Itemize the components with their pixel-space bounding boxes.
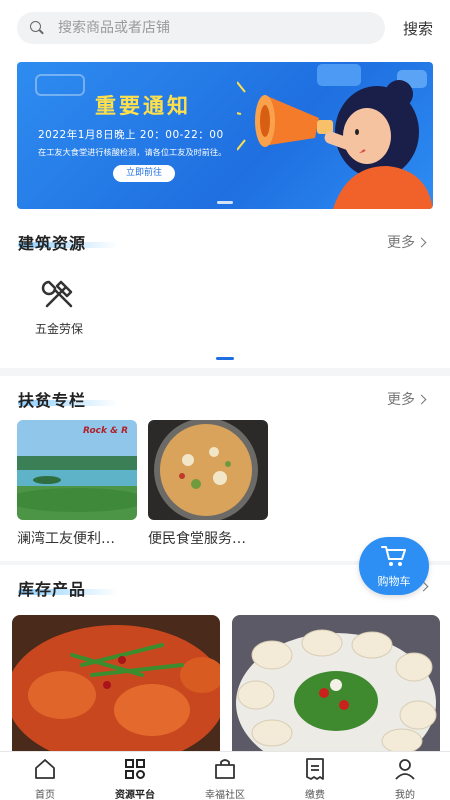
person-icon (395, 759, 415, 780)
tab-mine[interactable]: 我的 (360, 752, 450, 800)
soup-bowl-image (148, 420, 268, 520)
banner-date: 2022年1月8日晚上 20：00-22：00 (38, 129, 224, 141)
grid-icon (125, 759, 145, 779)
top-bar: 搜索 (0, 0, 450, 52)
search-icon (30, 21, 44, 35)
category-label: 五金劳保 (34, 322, 83, 336)
bill-icon (306, 758, 324, 780)
store-card[interactable]: 便民食堂服务… (148, 420, 268, 548)
tab-happy-community[interactable]: 幸福社区 (180, 752, 270, 800)
bag-icon (215, 759, 235, 779)
construction-resources-section: 建筑资源 更多 五金劳保 (0, 218, 450, 368)
search-box[interactable] (17, 12, 385, 44)
cart-label: 购物车 (377, 575, 411, 588)
tab-label: 缴费 (305, 790, 325, 800)
decor-bubble (35, 74, 85, 96)
crab-dish-image (12, 615, 220, 751)
dumplings-dish-image (232, 615, 440, 751)
banner-area: 重要通知 2022年1月8日晚上 20：00-22：00 在工友大食堂进行核酸检… (0, 52, 450, 218)
store-card[interactable]: Rock & R 澜湾工友便利… (17, 420, 137, 548)
tab-label: 资源平台 (115, 790, 155, 800)
section-title: 建筑资源 (18, 234, 87, 253)
woman-megaphone-illustration (237, 80, 433, 209)
tab-label: 我的 (395, 790, 415, 800)
banner-pager (217, 201, 233, 204)
banner-go-button[interactable]: 立即前往 (113, 165, 175, 182)
more-link[interactable]: 更多 (387, 232, 427, 252)
more-label: 更多 (387, 235, 415, 251)
tab-resource-platform[interactable]: 资源平台 (90, 752, 180, 800)
section-title: 扶贫专栏 (18, 391, 87, 410)
banner-description: 在工友大食堂进行核酸检测，请各位工友及时前往。 (38, 147, 227, 157)
home-icon (35, 759, 55, 779)
tab-home[interactable]: 首页 (0, 752, 90, 800)
page-indicator (216, 357, 234, 360)
product-card-crab[interactable] (12, 615, 220, 751)
product-card-dumplings[interactable] (232, 615, 440, 751)
card-caption: 便民食堂服务… (148, 531, 246, 547)
banner-title: 重要通知 (95, 94, 191, 118)
notice-banner[interactable]: 重要通知 2022年1月8日晚上 20：00-22：00 在工友大食堂进行核酸检… (17, 62, 433, 209)
section-title: 库存产品 (18, 580, 87, 599)
chevron-right-icon (416, 237, 427, 248)
cart-button[interactable]: 购物车 (359, 537, 429, 595)
card-caption: 澜湾工友便利… (17, 531, 115, 547)
tab-payment[interactable]: 缴费 (270, 752, 360, 800)
sign-text: Rock & R (83, 426, 129, 436)
search-button[interactable]: 搜索 (403, 18, 433, 39)
more-label: 更多 (387, 392, 415, 408)
wrench-hammer-icon (41, 280, 73, 308)
poverty-alleviation-section: 扶贫专栏 更多 Rock & R 澜湾工友便利… 便民食堂服务… (0, 376, 450, 561)
bottom-tab-bar: 首页 资源平台 幸福社区 缴费 我的 (0, 751, 450, 800)
search-input[interactable] (58, 20, 358, 36)
more-link[interactable]: 更多 (387, 389, 427, 409)
tab-label: 首页 (35, 790, 55, 800)
tab-label: 幸福社区 (205, 790, 245, 800)
cart-icon (381, 546, 406, 566)
lake-landscape-image: Rock & R (17, 420, 137, 520)
chevron-right-icon (416, 394, 427, 405)
category-hardware-labor[interactable]: 五金劳保 (28, 276, 90, 337)
